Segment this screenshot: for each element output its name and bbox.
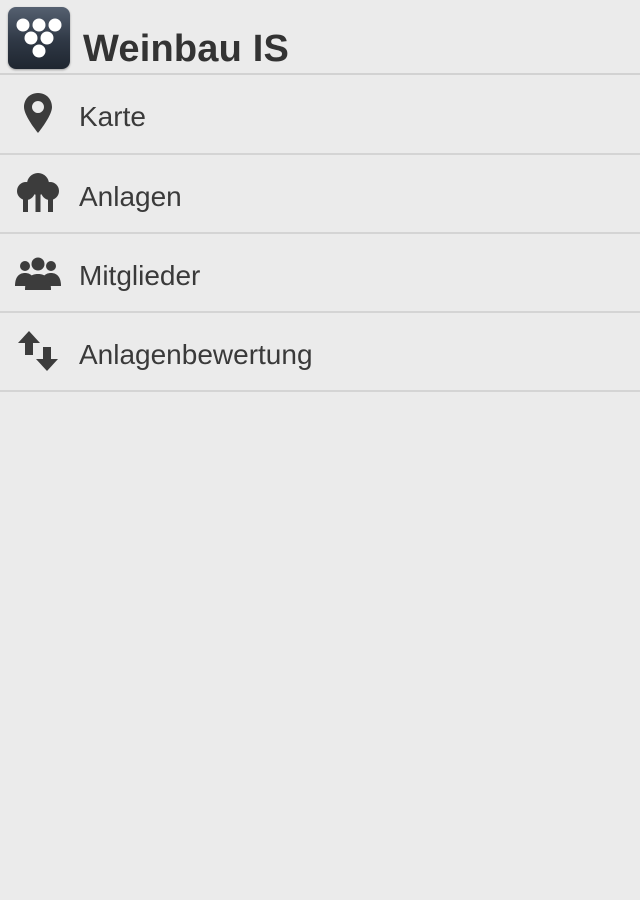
menu-item-label: Anlagenbewertung [79,339,313,370]
main-menu: Karte Anlagen Mitglieder Anlagenbewertun… [0,75,640,392]
menu-item-karte[interactable]: Karte [0,75,640,155]
people-group-icon [12,250,64,296]
app-header: Weinbau IS [0,0,640,75]
up-down-arrows-icon [12,329,64,375]
grape-cluster-icon[interactable] [8,7,70,69]
menu-item-label: Anlagen [79,181,182,212]
app-title: Weinbau IS [83,28,290,70]
menu-item-label: Mitglieder [79,260,201,291]
trees-icon [12,171,64,217]
map-pin-icon [12,91,64,137]
menu-item-label: Karte [79,101,146,132]
menu-item-mitglieder[interactable]: Mitglieder [0,234,640,313]
menu-item-anlagen[interactable]: Anlagen [0,155,640,234]
menu-item-anlagenbewertung[interactable]: Anlagenbewertung [0,313,640,392]
